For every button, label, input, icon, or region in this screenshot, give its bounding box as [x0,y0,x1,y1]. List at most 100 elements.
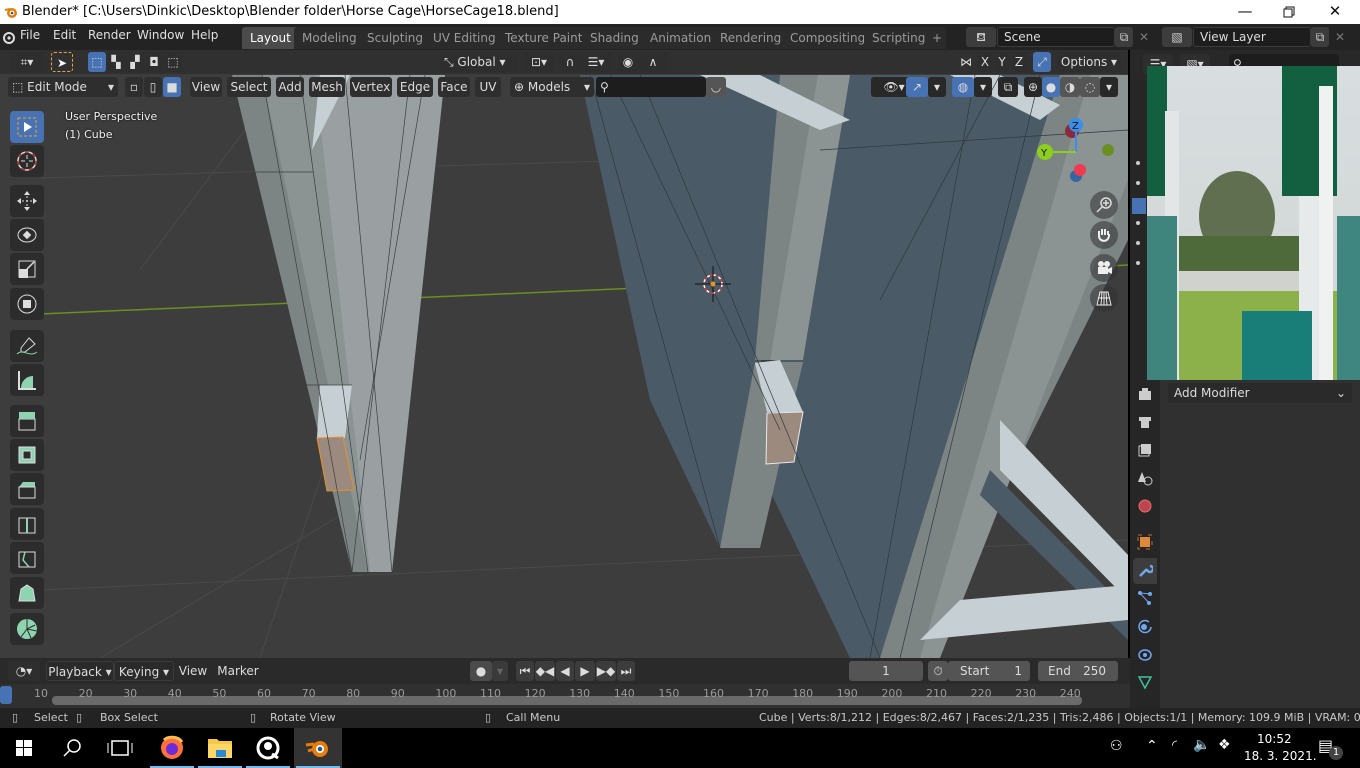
shading-solid[interactable]: ● [1042,77,1060,97]
frame-start-field[interactable]: Start 1 [948,661,1030,681]
tab-animation[interactable]: Animation [642,27,720,49]
menu-mesh[interactable]: Mesh [309,77,345,97]
shading-material[interactable]: ◑ [1060,77,1080,97]
tool-extrude-region[interactable] [10,405,44,437]
playhead[interactable] [0,686,12,704]
tab-layout[interactable]: Layout [242,27,299,49]
close-button[interactable]: ✕ [1312,0,1358,24]
mirror-z-toggle[interactable]: Z [1011,52,1027,72]
xray-toggle[interactable]: ⧉ [998,77,1018,97]
pan-view-button[interactable] [1090,221,1118,249]
menu-edit[interactable]: Edit [53,28,76,42]
start-button[interactable] [0,728,48,768]
show-hidden-icons-chevron-icon[interactable]: ⌃ [1146,738,1158,754]
menu-file[interactable]: File [20,28,40,42]
select-mode-subtract[interactable]: ▞ [126,52,144,72]
properties-tab-modifiers[interactable] [1133,558,1157,584]
tool-loop-cut[interactable] [10,508,44,540]
auto-merge-toggle[interactable]: ⤢ [1033,52,1051,72]
menu-uv[interactable]: UV [475,77,501,97]
people-icon[interactable]: ⚇ [1110,738,1123,754]
gizmo-toggle[interactable]: ↗ [906,77,928,97]
tool-knife[interactable] [10,542,44,574]
properties-tab-object[interactable] [1133,530,1157,556]
menu-vertex[interactable]: Vertex [350,77,392,97]
clock-time[interactable]: 10:52 [1257,732,1292,746]
volume-icon[interactable]: 🔈 [1193,737,1210,753]
timeline-menu-marker[interactable]: Marker [216,661,260,681]
editor-type-button[interactable]: ⌗▾ [10,52,44,72]
tab-shading[interactable]: Shading [582,27,647,49]
tool-rotate[interactable] [10,219,44,251]
menu-view[interactable]: View [190,77,222,97]
taskbar-file-explorer[interactable] [196,728,244,768]
tab-modeling[interactable]: Modeling [294,27,365,49]
mirror-y-toggle[interactable]: Y [994,52,1010,72]
clock-date[interactable]: 18. 3. 2021. [1244,749,1317,763]
view-layer-field[interactable]: View Layer [1193,27,1311,47]
tool-spin[interactable] [10,613,44,645]
frame-end-field[interactable]: End 250 [1038,661,1118,681]
tool-transform[interactable] [10,288,44,320]
shading-dropdown[interactable]: ▾ [1100,77,1118,97]
add-workspace-button[interactable]: + [928,27,947,49]
tool-select-box[interactable] [10,111,44,143]
properties-tab-output[interactable] [1133,438,1157,464]
wifi-icon[interactable]: ◜ [1172,738,1177,753]
snap-target-dropdown[interactable]: ☰▾ [580,52,612,72]
timeline-menu-view[interactable]: View [178,661,208,681]
menu-face[interactable]: Face [438,77,470,97]
active-tool-indicator[interactable]: ➤ [51,52,73,72]
task-view-button[interactable] [96,728,144,768]
taskbar-blender[interactable] [294,728,342,768]
properties-tab-world[interactable] [1133,494,1157,520]
tab-rendering[interactable]: Rendering [712,27,790,49]
snap-toggle[interactable]: ∩ [560,52,580,72]
new-view-layer-button[interactable]: ⧉ [1311,27,1329,47]
properties-tab-render[interactable] [1133,410,1157,436]
outliner-mesh-edit-icon[interactable] [1132,198,1146,214]
menu-edge[interactable]: Edge [397,77,433,97]
properties-tab-particles[interactable] [1133,586,1157,612]
select-mode-extend[interactable]: ▚ [107,52,125,72]
search-options-button[interactable]: ◡ [706,77,726,97]
tool-inset-faces[interactable] [10,439,44,471]
overlays-toggle[interactable]: ◍ [952,77,974,97]
shading-wireframe[interactable]: ⊕ [1024,77,1042,97]
menu-window[interactable]: Window [137,28,184,42]
tool-measure[interactable] [10,364,44,396]
transform-orientation-dropdown[interactable]: ⤡ Global ▾ [440,52,518,72]
collection-dropdown[interactable]: ⊕ Models ▾ [510,77,594,97]
jump-end-button[interactable]: ⏭ [617,661,635,681]
timeline-editor-type[interactable]: ◔▾ [8,661,40,681]
menu-add[interactable]: Add [276,77,304,97]
next-keyframe-button[interactable]: ▶◆ [596,661,616,681]
prev-keyframe-button[interactable]: ◆◀ [535,661,555,681]
tool-annotate[interactable] [10,330,44,362]
tool-poly-build[interactable] [10,577,44,609]
playback-dropdown[interactable]: Playback ▾ [46,661,114,681]
tab-sculpting[interactable]: Sculpting [359,27,432,49]
properties-tab-constraints[interactable] [1133,642,1157,668]
3d-viewport[interactable]: Z Y ⌗▾ ➤ ⬚ ▚ ▞ ◘ ⬚ ⤡ Global ▾ ⊡▾ ∩ ☰▾ ◉ … [0,50,1128,658]
properties-tab-data[interactable] [1133,670,1157,696]
toggle-perspective-button[interactable] [1090,284,1118,312]
jump-start-button[interactable]: ⏮ [516,661,534,681]
options-dropdown[interactable]: Options ▾ [1057,52,1121,72]
vertex-select-mode[interactable]: ▫ [125,77,143,97]
overlays-dropdown[interactable]: ▾ [974,77,992,97]
tool-cursor[interactable] [10,145,44,177]
taskbar-search-button[interactable] [48,728,96,768]
view-layer-selector-button[interactable]: ▧ [1162,27,1192,47]
new-scene-button[interactable]: ⧉ [1115,27,1133,47]
use-preview-range-toggle[interactable]: ⏱ [928,661,948,681]
select-mode-invert[interactable]: ◘ [145,52,163,72]
delete-scene-button[interactable]: ✕ [1135,27,1153,47]
zoom-view-button[interactable] [1090,191,1118,219]
scene-name-field[interactable]: Scene [997,27,1115,47]
dropbox-icon[interactable]: ❖ [1218,737,1231,753]
blender-menu-icon[interactable] [2,30,16,44]
mode-dropdown[interactable]: ⬚ Edit Mode ▾ [8,77,118,97]
auto-keying-dropdown[interactable]: ▾ [492,661,508,681]
edge-select-mode[interactable]: ▯ [144,77,162,97]
